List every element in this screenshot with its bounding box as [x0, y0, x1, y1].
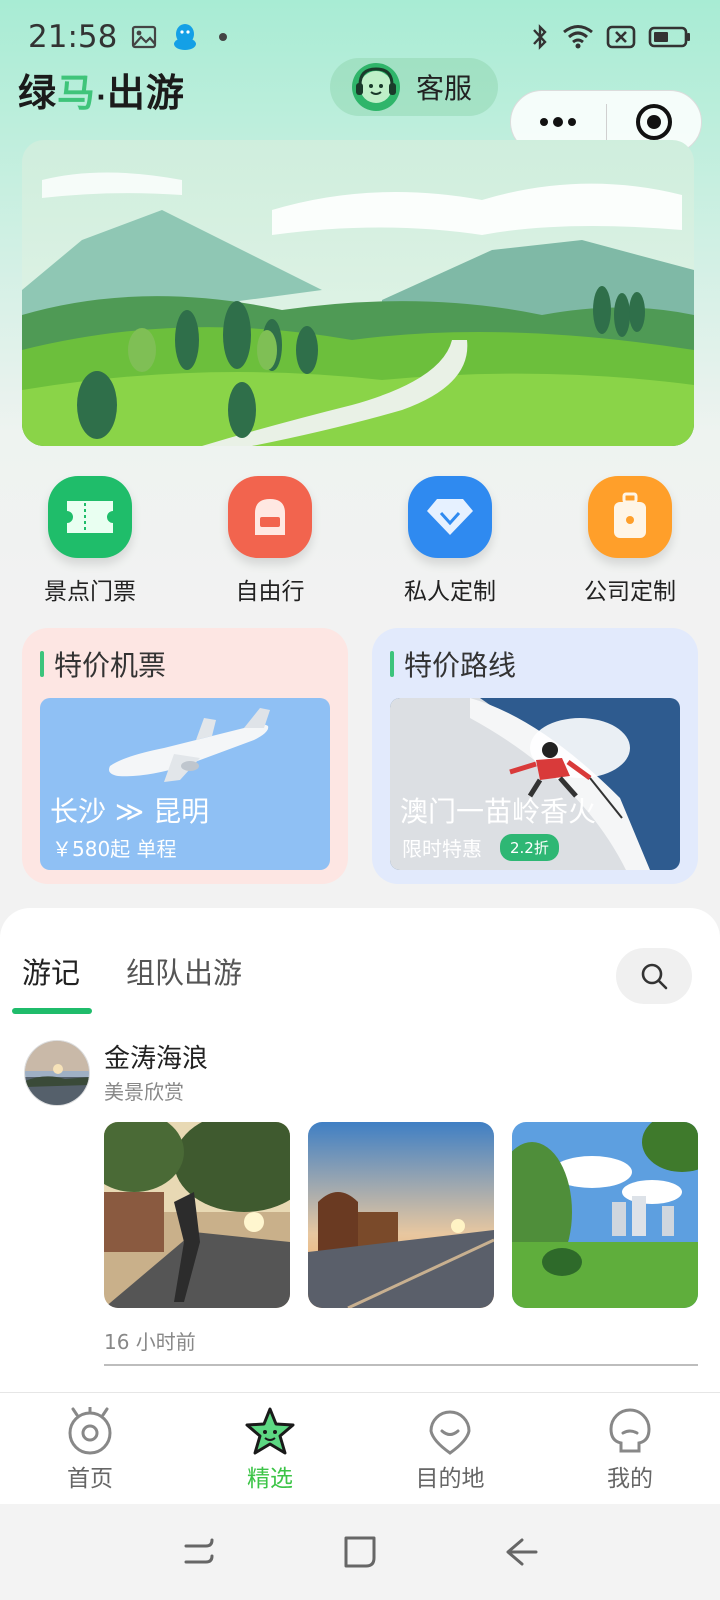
target-icon — [635, 104, 672, 140]
post-photos — [104, 1122, 698, 1308]
post-photo-3[interactable] — [512, 1122, 698, 1308]
promo-routes[interactable]: 特价路线 澳门一苗岭香火 限时特惠 2.2折 — [372, 628, 698, 884]
app-header: 绿马·出游 客服 — [0, 54, 720, 154]
customer-service-label: 客服 — [416, 72, 473, 105]
post-photo-2[interactable] — [308, 1122, 494, 1308]
flight-deal-card[interactable]: 长沙 ≫ 昆明 ￥580起 单程 — [40, 698, 330, 870]
logo-text-1: 绿 — [18, 71, 58, 115]
feed-sheet: 游记 组队出游 金涛海浪 美景欣赏 16 小时前 — [0, 908, 720, 1392]
quick-nav-label: 公司定制 — [584, 579, 676, 605]
quick-nav-tickets[interactable]: 景点门票 — [30, 476, 150, 606]
profile-icon — [609, 1408, 651, 1453]
post-photo-1[interactable] — [104, 1122, 290, 1308]
search-icon — [641, 963, 668, 990]
wifi-icon — [563, 25, 593, 49]
route-deal-card[interactable]: 澳门一苗岭香火 限时特惠 2.2折 — [390, 698, 680, 870]
more-dots-icon — [540, 117, 577, 127]
quick-nav-label: 景点门票 — [44, 579, 136, 605]
post-author[interactable]: 金涛海浪 — [104, 1038, 208, 1075]
tabbar-item-destination[interactable]: 目的地 — [360, 1393, 540, 1504]
post-subtitle: 美景欣赏 — [104, 1080, 184, 1104]
post-time: 16 小时前 — [104, 1330, 196, 1354]
tab-travel-notes[interactable]: 游记 — [22, 950, 80, 992]
dot-icon — [219, 33, 228, 41]
discount-badge: 2.2折 — [500, 834, 559, 861]
search-button[interactable] — [616, 948, 692, 1004]
sim-x-icon — [606, 25, 636, 49]
bottom-tabbar: 首页 精选 目的地 我的 — [0, 1392, 720, 1504]
qq-icon — [174, 24, 197, 50]
promo-flights-title: 特价机票 — [54, 649, 167, 682]
logo-text-2: 马 — [57, 71, 97, 115]
star-icon — [245, 1407, 295, 1455]
active-tab-indicator — [12, 1008, 92, 1014]
avatar[interactable] — [24, 1040, 90, 1106]
battery-icon — [648, 26, 690, 48]
tabbar-label: 目的地 — [415, 1466, 485, 1492]
status-time: 21:58 — [28, 19, 118, 55]
image-icon — [132, 25, 157, 49]
route-name: 澳门一苗岭香火 — [400, 795, 597, 828]
destination-icon — [429, 1410, 471, 1455]
title-accent-bar — [40, 651, 44, 677]
route-sub-row: 限时特惠 2.2折 — [402, 833, 559, 862]
promo-flights[interactable]: 特价机票 长沙 ≫ 昆明 ￥580起 单程 — [22, 628, 348, 884]
diamond-icon — [408, 476, 492, 558]
app-logo: 绿马·出游 — [18, 62, 185, 117]
quick-nav-label: 私人定制 — [404, 579, 496, 605]
recent-apps-icon[interactable] — [180, 1532, 220, 1572]
post-divider — [104, 1364, 698, 1366]
back-arrow-icon[interactable] — [500, 1532, 540, 1572]
route-sub-text: 限时特惠 — [402, 837, 482, 861]
suitcase-icon — [588, 476, 672, 558]
tabbar-item-featured[interactable]: 精选 — [180, 1393, 360, 1504]
home-square-icon[interactable] — [340, 1532, 380, 1572]
landscape-illustration — [22, 140, 694, 446]
quick-nav: 景点门票 自由行 私人定制 公司定制 — [0, 476, 720, 606]
feed-tabs: 游记 组队出游 — [0, 934, 720, 1014]
flight-price-row: ￥580起 单程 — [52, 833, 177, 862]
bluetooth-icon — [533, 24, 547, 50]
airplane-icon — [109, 708, 270, 782]
home-eye-icon — [68, 1407, 112, 1455]
tabbar-item-home[interactable]: 首页 — [0, 1393, 180, 1504]
ticket-icon — [48, 476, 132, 558]
tabbar-label: 精选 — [247, 1466, 293, 1492]
quick-nav-free-travel[interactable]: 自由行 — [210, 476, 330, 606]
logo-text-3: 出游 — [106, 71, 185, 115]
flight-price: ￥580起 单程 — [52, 837, 177, 861]
quick-nav-private-custom[interactable]: 私人定制 — [390, 476, 510, 606]
title-accent-bar — [390, 651, 394, 677]
system-nav-bar — [0, 1504, 720, 1600]
tabbar-label: 我的 — [607, 1466, 653, 1492]
backpack-icon — [228, 476, 312, 558]
customer-service-icon — [352, 63, 400, 111]
tab-group-travel[interactable]: 组队出游 — [126, 950, 242, 992]
quick-nav-label: 自由行 — [235, 579, 305, 605]
quick-nav-company-custom[interactable]: 公司定制 — [570, 476, 690, 606]
promo-title: 特价路线 — [390, 644, 680, 684]
promo-routes-title: 特价路线 — [404, 649, 517, 682]
flight-route: 长沙 ≫ 昆明 — [50, 795, 210, 828]
logo-dot: · — [96, 83, 107, 113]
promo-title: 特价机票 — [40, 644, 330, 684]
customer-service-button[interactable]: 客服 — [330, 58, 498, 116]
landscape-banner[interactable] — [22, 140, 694, 446]
tabbar-item-mine[interactable]: 我的 — [540, 1393, 720, 1504]
tabbar-label: 首页 — [67, 1466, 113, 1492]
